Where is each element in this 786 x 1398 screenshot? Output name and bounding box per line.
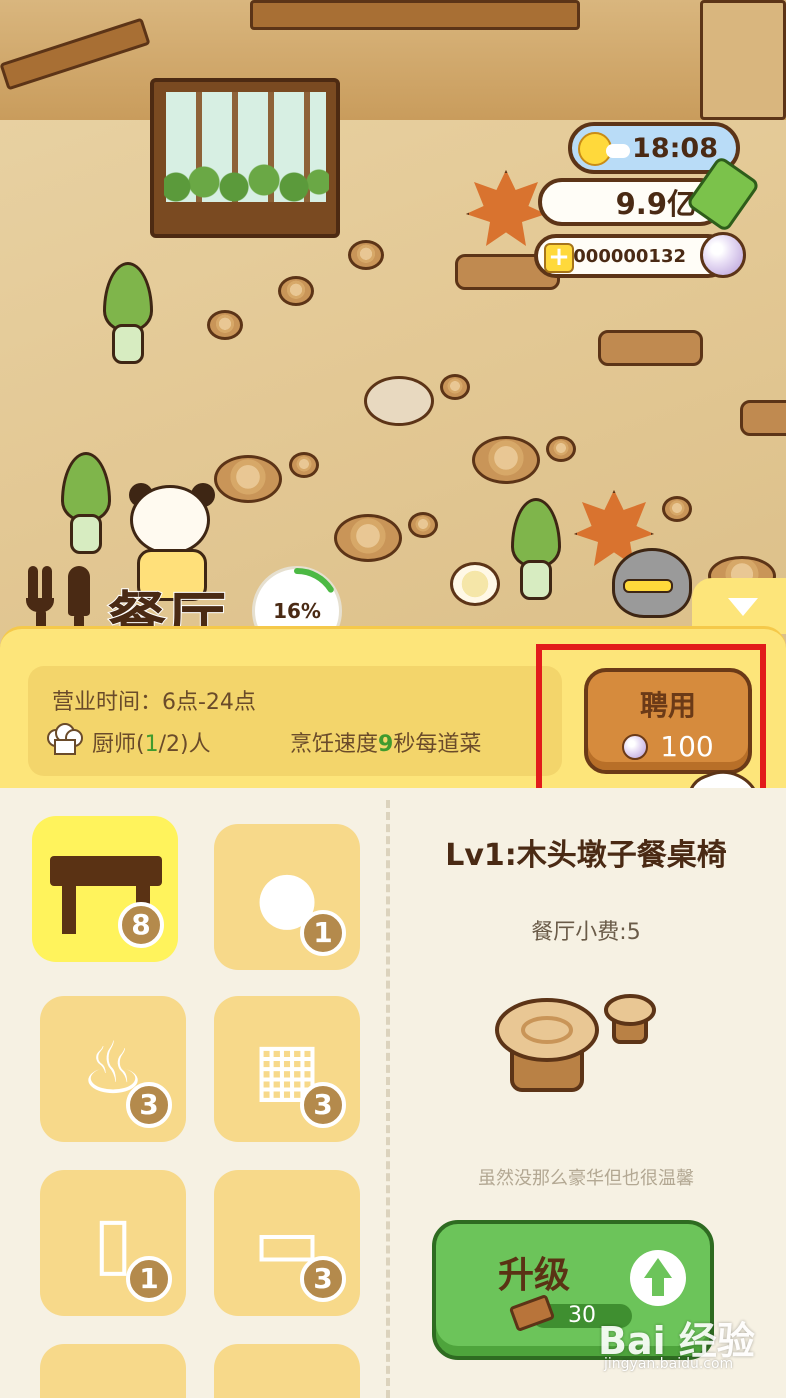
count-badge: 8	[118, 902, 164, 948]
sunglasses	[623, 579, 673, 593]
upgrade-label: 升级	[498, 1255, 571, 1296]
stool-table[interactable]	[472, 436, 540, 495]
category-tile-piggy-bank[interactable]: ● 1	[214, 824, 360, 970]
category-tile-pot[interactable]: ♨ 3	[40, 996, 186, 1142]
pearl-count-text: 1000000132	[560, 245, 686, 267]
stool-table[interactable]	[334, 514, 402, 573]
money-text: 9.9亿	[615, 187, 696, 221]
wooden-table[interactable]	[740, 400, 786, 436]
leaf-hat	[61, 452, 111, 522]
leaf-hat	[103, 262, 153, 332]
divider	[386, 800, 390, 1398]
maple-leaf-customer[interactable]	[466, 170, 546, 246]
stool[interactable]	[408, 512, 438, 543]
business-hours: 营业时间：6点-24点	[52, 690, 256, 715]
restaurant-scene[interactable]	[0, 0, 786, 650]
stool[interactable]	[662, 496, 692, 527]
chef-prefix: 厨师(	[92, 732, 145, 757]
time-text: 18:08	[632, 132, 718, 164]
stool[interactable]	[207, 310, 243, 346]
stool[interactable]	[289, 452, 319, 483]
item-title: Lv1:木头墩子餐桌椅	[445, 838, 727, 873]
wooden-table[interactable]	[598, 330, 703, 366]
table-leg	[62, 884, 76, 934]
category-tile-table[interactable]: 8	[32, 816, 178, 962]
pearl-icon	[700, 232, 746, 278]
chef-suffix: /2)人	[158, 732, 211, 757]
count-badge: 3	[300, 1256, 346, 1302]
speed-value: 9	[378, 732, 394, 757]
count-badge: 3	[300, 1082, 346, 1128]
wooden-stool-set-image	[495, 994, 656, 1092]
leaf-customer[interactable]	[506, 498, 566, 608]
stool[interactable]	[348, 240, 384, 276]
stool[interactable]	[278, 276, 314, 312]
item-description: 虽然没那么豪华但也很温馨	[478, 1168, 694, 1189]
window	[150, 78, 340, 238]
stool[interactable]	[546, 436, 576, 467]
category-tile-fridge[interactable]: ▯ 1	[40, 1170, 186, 1316]
table-icon	[50, 856, 162, 886]
stool-table[interactable]	[214, 455, 282, 514]
customer-body	[70, 514, 102, 554]
chef-hat-icon	[47, 723, 83, 755]
speed-suffix: 秒每道菜	[393, 732, 482, 757]
stool[interactable]	[364, 376, 434, 437]
category-tile-more[interactable]	[40, 1344, 186, 1398]
arrow-up-icon	[630, 1250, 686, 1306]
count-badge: 1	[300, 910, 346, 956]
ceiling-beam	[250, 0, 580, 30]
count-badge: 3	[126, 1082, 172, 1128]
count-badge: 1	[126, 1256, 172, 1302]
soup-bowl	[450, 562, 500, 606]
category-tile-more[interactable]	[214, 1344, 360, 1398]
window-plants	[164, 162, 329, 212]
chef-count: 厨师(1/2)人	[92, 726, 211, 758]
knife-blade	[68, 566, 90, 616]
cloud-icon	[606, 144, 630, 158]
customer-body	[112, 324, 144, 364]
item-tip: 餐厅小费:5	[531, 920, 641, 945]
chevron-down-icon[interactable]	[728, 598, 758, 616]
leaf-customer[interactable]	[98, 262, 158, 372]
hedgehog-customer[interactable]	[612, 548, 692, 618]
restaurant-info: 营业时间：6点-24点 厨师(1/2)人 烹饪速度9秒每道菜	[28, 666, 562, 776]
leaf-customer[interactable]	[56, 452, 116, 562]
wall-corner	[700, 0, 786, 120]
category-tile-stove[interactable]: ▦ 3	[214, 996, 360, 1142]
category-tile-counter[interactable]: ▭ 3	[214, 1170, 360, 1316]
panda-head	[130, 485, 210, 555]
watermark-url: jingyan.baidu.com	[604, 1356, 734, 1372]
stool[interactable]	[440, 374, 470, 405]
speed-prefix: 烹饪速度	[290, 732, 379, 757]
plus-icon[interactable]: +	[544, 243, 574, 273]
chef-current: 1	[144, 732, 159, 757]
leaf-hat	[511, 498, 561, 568]
customer-body	[520, 560, 552, 600]
cooking-speed: 烹饪速度9秒每道菜	[290, 726, 481, 758]
